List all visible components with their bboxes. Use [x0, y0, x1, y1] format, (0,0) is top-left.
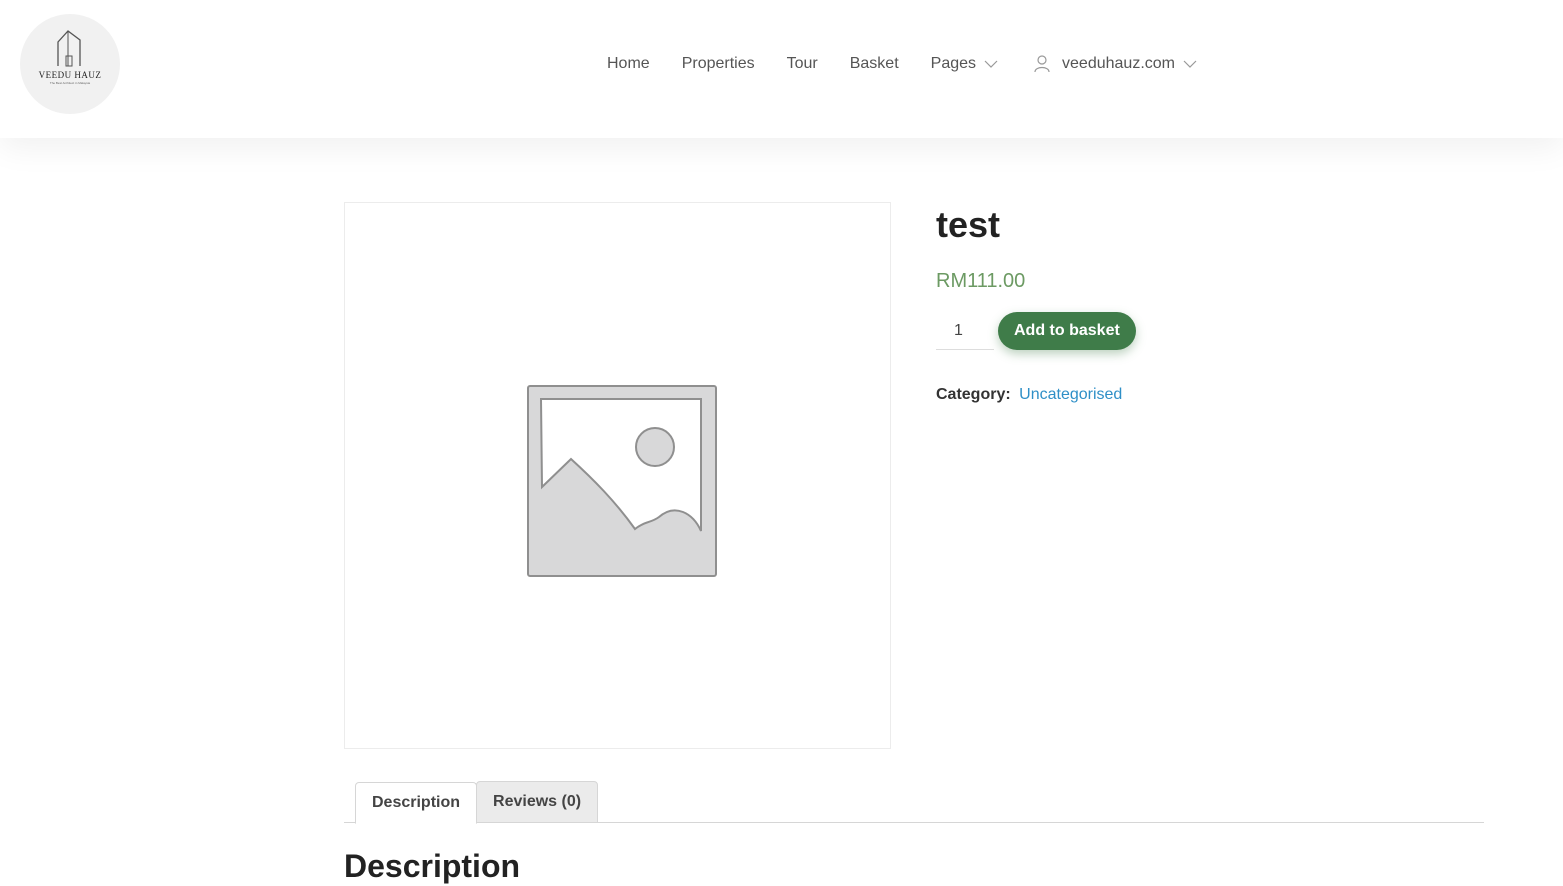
nav-tour[interactable]: Tour [787, 52, 818, 76]
add-to-cart-form: Add to basket [936, 312, 1496, 350]
site-header: VEEDU HAUZ The Best Architect in Malaysi… [0, 0, 1563, 138]
category-link[interactable]: Uncategorised [1019, 386, 1122, 403]
user-icon [1034, 55, 1050, 73]
nav-account[interactable]: veeduhauz.com [1034, 52, 1197, 76]
logo-tagline: The Best Architect in Malaysia [49, 81, 91, 85]
chevron-down-icon [984, 60, 998, 68]
product-gallery[interactable] [344, 202, 891, 749]
product-meta: Category: Uncategorised [936, 386, 1496, 404]
nav-home[interactable]: Home [607, 52, 650, 76]
nav-pages-label: Pages [930, 55, 977, 72]
nav-basket-label: Basket [849, 55, 899, 72]
nav-properties[interactable]: Properties [682, 52, 755, 76]
quantity-input[interactable] [936, 312, 994, 350]
nav-account-label: veeduhauz.com [1062, 55, 1175, 72]
logo-name: VEEDU HAUZ [38, 70, 102, 80]
product-tabs: Description Reviews (0) [344, 781, 1484, 824]
main-nav: Home Properties Tour Basket Pages veeduh… [607, 52, 1229, 76]
add-to-basket-button[interactable]: Add to basket [998, 312, 1136, 350]
site-logo[interactable]: VEEDU HAUZ The Best Architect in Malaysi… [20, 14, 120, 114]
chevron-down-icon [1183, 60, 1197, 68]
product-summary: test RM111.00 Add to basket Category: Un… [936, 202, 1496, 404]
description-heading: Description [344, 848, 521, 884]
category-label: Category: [936, 386, 1011, 403]
product-title: test [936, 204, 1001, 245]
nav-tour-label: Tour [786, 55, 818, 72]
tab-reviews[interactable]: Reviews (0) [476, 781, 599, 823]
image-placeholder-icon [527, 385, 717, 577]
product-price: RM111.00 [936, 270, 1026, 292]
nav-basket[interactable]: Basket [850, 52, 899, 76]
nav-pages[interactable]: Pages [931, 52, 998, 76]
nav-home-label: Home [607, 55, 650, 72]
tab-description[interactable]: Description [355, 782, 478, 824]
nav-properties-label: Properties [681, 55, 755, 72]
house-logo-icon [57, 30, 81, 67]
